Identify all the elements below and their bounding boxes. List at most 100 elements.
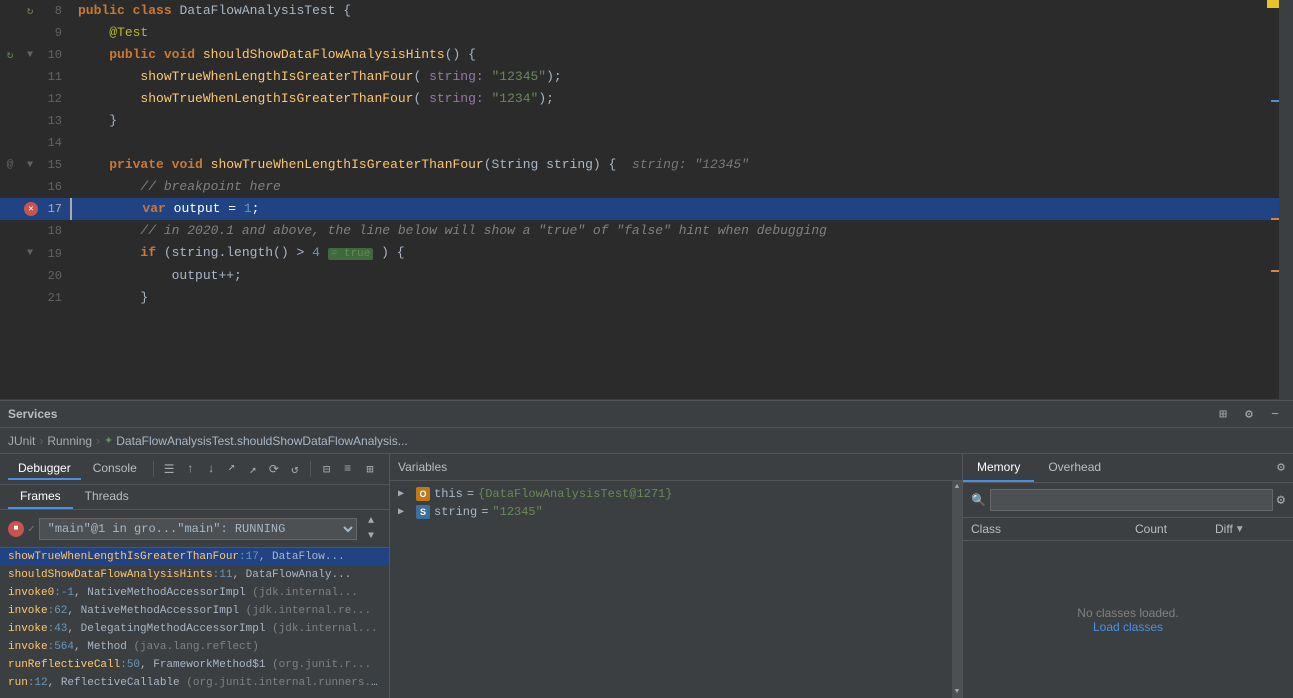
tab-debugger[interactable]: Debugger [8,458,81,480]
code-line-10: ↻ ▼ 10 public void shouldShowDataFlowAna… [0,44,1293,66]
line-content-10: public void shouldShowDataFlowAnalysisHi… [70,44,1293,66]
restore2-icon[interactable]: ↺ [285,458,304,480]
breadcrumb-junit[interactable]: JUnit [8,434,35,448]
diff-dropdown-icon[interactable]: ▼ [1235,524,1245,535]
var-equals-this: = [467,487,474,501]
stack-frames[interactable]: showTrueWhenLengthIsGreaterThanFour:17, … [0,548,389,698]
memory-tabs: Memory Overhead ⚙ [963,454,1293,483]
step-up-icon[interactable]: ↗ [243,458,262,480]
memory-table-header: Class Count Diff ▼ [963,518,1293,541]
expand-arrow-this[interactable]: ▶ [398,488,412,500]
line-number-18: 18 [42,224,62,238]
line-content-13: } [70,110,1293,132]
scroll-down-arrow[interactable]: ▼ [952,688,962,698]
thread-arrows: ▲ ▼ [361,514,381,543]
line-gutter-19: ▼ 19 [0,242,70,265]
breadcrumb-sep-1: › [39,434,43,448]
editor-scrollbar[interactable] [1279,0,1293,399]
code-line-15: @ ▼ 15 private void showTrueWhenLengthIs… [0,154,1293,176]
restore-icon[interactable]: ⟳ [264,458,283,480]
step-into-icon[interactable]: ↓ [202,458,221,480]
variables-scrollbar[interactable]: ▲ ▼ [952,481,962,698]
minus-icon-btn[interactable]: − [1265,404,1285,424]
code-line-12: 12 showTrueWhenLengthIsGreaterThanFour( … [0,88,1293,110]
line-content-16: // breakpoint here [70,176,1293,198]
memory-search-input[interactable] [990,489,1273,511]
memory-panel: Memory Overhead ⚙ 🔍 ⚙ Class Count Diff ▼ [963,454,1293,698]
code-line-21: 21 } [0,287,1293,309]
line-number-13: 13 [42,114,62,128]
line-gutter-10: ↻ ▼ 10 [0,44,70,66]
breadcrumb-bar: JUnit › Running › ✦ DataFlowAnalysisTest… [0,428,1293,454]
line-gutter-20: 20 [0,265,70,287]
line-content-11: showTrueWhenLengthIsGreaterThanFour( str… [70,66,1293,88]
stack-frame-0[interactable]: showTrueWhenLengthIsGreaterThanFour:17, … [0,548,389,566]
tab-overhead[interactable]: Overhead [1034,454,1115,482]
code-line-8: ↻ 8 public class DataFlowAnalysisTest { [0,0,1293,22]
load-classes-link[interactable]: Load classes [1093,620,1163,634]
stack-frame-3[interactable]: invoke:62, NativeMethodAccessorImpl (jdk… [0,602,389,620]
code-line-18: 18 // in 2020.1 and above, the line belo… [0,220,1293,242]
stack-frame-5[interactable]: invoke:564, Method (java.lang.reflect) [0,638,389,656]
services-icons: ⊞ ⚙ − [1213,404,1285,424]
line-gutter-16: 16 [0,176,70,198]
expand-panel-icon[interactable]: ⊞ [359,458,381,480]
expand-icon-10[interactable]: ▼ [22,47,38,63]
var-equals-string: = [481,505,488,519]
line-number-8: 8 [42,4,62,18]
step-out-icon[interactable]: ↑ [181,458,200,480]
stack-frame-4[interactable]: invoke:43, DelegatingMethodAccessorImpl … [0,620,389,638]
var-item-string[interactable]: ▶ S string = "12345" [390,503,962,521]
var-name-string: string [434,505,477,519]
lines-icon[interactable]: ≡ [338,458,357,480]
grid-icon-btn[interactable]: ⊞ [1213,404,1233,424]
thread-dropdown[interactable]: "main"@1 in gro..."main": RUNNING [39,518,357,540]
memory-settings-icon[interactable]: ⚙ [1269,454,1293,482]
list-icon[interactable]: ☰ [160,458,179,480]
stack-frame-6[interactable]: runReflectiveCall:50, FrameworkMethod$1 … [0,656,389,674]
line-gutter-8: ↻ 8 [0,0,70,22]
thread-down-arrow[interactable]: ▼ [361,529,381,543]
tab-frames[interactable]: Frames [8,485,73,509]
orange-indicator-1 [1271,218,1279,220]
variables-panel: Variables ▶ O this = {DataFlowAnalysisTe… [390,454,963,698]
toolbar-sep-1 [153,461,154,477]
filter-settings-icon[interactable]: ⚙ [1277,492,1285,509]
tab-threads[interactable]: Threads [73,485,141,509]
breadcrumb-test[interactable]: DataFlowAnalysisTest.shouldShowDataFlowA… [116,434,407,448]
gear-icon-btn[interactable]: ⚙ [1239,404,1259,424]
stack-frame-7[interactable]: run:12, ReflectiveCallable (org.junit.in… [0,674,389,692]
expand-icon-15[interactable]: ▼ [22,157,38,173]
var-value-string: "12345" [492,505,542,519]
code-line-11: 11 showTrueWhenLengthIsGreaterThanFour( … [0,66,1293,88]
line-content-12: showTrueWhenLengthIsGreaterThanFour( str… [70,88,1293,110]
stop-icon[interactable]: ■ [8,521,24,537]
memory-content: No classes loaded. Load classes [963,541,1293,698]
line-gutter-15: @ ▼ 15 [0,154,70,176]
scroll-up-arrow[interactable]: ▲ [952,481,962,491]
line-gutter-21: 21 [0,287,70,309]
grid2-icon[interactable]: ⊟ [317,458,336,480]
breakpoint-icon-17[interactable]: ✕ [24,202,38,216]
tab-memory[interactable]: Memory [963,454,1034,482]
expand-arrow-string[interactable]: ▶ [398,506,412,518]
breadcrumb-running[interactable]: Running [47,434,92,448]
var-item-this[interactable]: ▶ O this = {DataFlowAnalysisTest@1271} [390,485,962,503]
stack-frame-2[interactable]: invoke0:-1, NativeMethodAccessorImpl (jd… [0,584,389,602]
tab-console[interactable]: Console [83,458,147,480]
check-icon: ✓ [28,522,35,536]
line-number-12: 12 [42,92,62,106]
expand-icon-19[interactable]: ▼ [22,246,38,262]
code-line-17: ✕ 17 var output = 1; [0,198,1293,220]
code-line-19: ▼ 19 if (string.length() > 4 = true ) { [0,242,1293,265]
stack-frame-1[interactable]: shouldShowDataFlowAnalysisHints:11, Data… [0,566,389,584]
code-line-13: 13 } [0,110,1293,132]
var-type-icon-this: O [416,487,430,501]
thread-up-arrow[interactable]: ▲ [361,514,381,528]
var-type-icon-string: S [416,505,430,519]
code-line-16: 16 // breakpoint here [0,176,1293,198]
line-gutter-11: 11 [0,66,70,88]
line-number-17: 17 [42,202,62,216]
step-over-down-icon[interactable]: ↙ [222,458,241,480]
line-content-8: public class DataFlowAnalysisTest { [70,0,1293,22]
